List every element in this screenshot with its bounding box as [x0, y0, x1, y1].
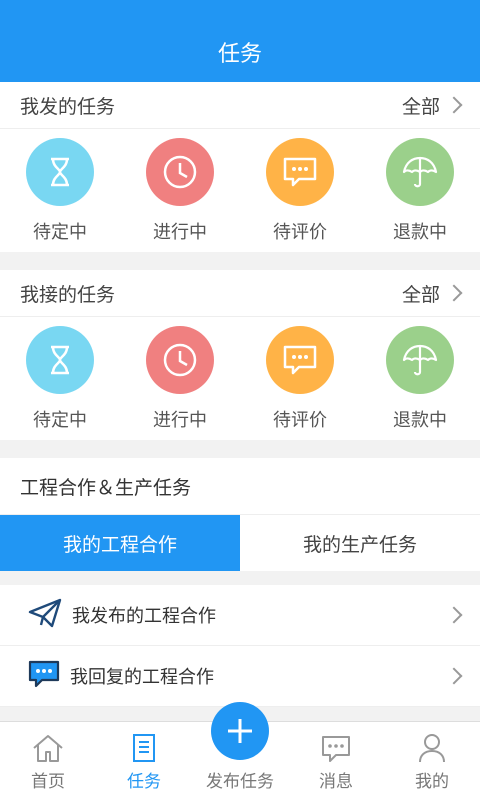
list-item-published-cooperation[interactable]: 我发布的工程合作 — [0, 585, 480, 646]
nav-label: 发布任务 — [206, 772, 274, 792]
list-item-replied-cooperation[interactable]: 我回复的工程合作 — [0, 646, 480, 707]
divider — [0, 440, 480, 458]
nav-home[interactable]: 首页 — [0, 722, 96, 800]
paper-plane-icon — [28, 598, 62, 633]
chevron-right-icon — [445, 667, 463, 685]
view-all-label: 全部 — [401, 95, 440, 118]
section-title: 我接的任务 — [20, 283, 116, 306]
received-pending[interactable]: 待定中 — [0, 325, 120, 432]
nav-label: 我的 — [415, 772, 449, 792]
hourglass-icon — [26, 325, 94, 394]
view-all-received-link[interactable]: 全部 — [401, 280, 463, 307]
item-label: 待定中 — [33, 409, 87, 431]
list-item-label: 我发布的工程合作 — [72, 606, 216, 627]
plus-icon — [228, 719, 252, 743]
item-label: 待评价 — [273, 221, 327, 243]
clock-icon — [146, 325, 214, 394]
divider — [0, 252, 480, 270]
my-published-header: 我发的任务 全部 — [0, 82, 480, 129]
nav-messages[interactable]: 消息 — [288, 722, 384, 800]
item-label: 退款中 — [393, 409, 447, 431]
hourglass-icon — [26, 137, 94, 206]
received-in-progress[interactable]: 进行中 — [120, 325, 240, 432]
message-icon — [322, 736, 350, 762]
chat-bubble-icon — [28, 659, 60, 694]
received-refunding[interactable]: 退款中 — [360, 325, 480, 432]
divider — [0, 571, 480, 585]
view-all-label: 全部 — [401, 283, 440, 306]
item-label: 退款中 — [393, 221, 447, 243]
cooperation-tabs: 我的工程合作 我的生产任务 — [0, 515, 480, 571]
home-icon — [33, 735, 63, 762]
item-label: 进行中 — [153, 221, 207, 243]
item-label: 进行中 — [153, 409, 207, 431]
umbrella-icon — [386, 137, 454, 206]
my-published-section: 我发的任务 全部 待定中 进行中 待评价 退款中 — [0, 82, 480, 252]
comment-icon — [266, 137, 334, 206]
nav-label: 任务 — [127, 772, 161, 792]
view-all-published-link[interactable]: 全部 — [401, 92, 463, 119]
received-pending-review[interactable]: 待评价 — [240, 325, 360, 432]
list-item-label: 我回复的工程合作 — [70, 667, 214, 688]
cooperation-title: 工程合作＆生产任务 — [0, 458, 480, 515]
nav-label: 首页 — [31, 772, 65, 792]
published-refunding[interactable]: 退款中 — [360, 137, 480, 244]
publish-task-fab[interactable] — [211, 702, 269, 760]
item-label: 待评价 — [273, 409, 327, 431]
published-pending-review[interactable]: 待评价 — [240, 137, 360, 244]
my-received-header: 我接的任务 全部 — [0, 270, 480, 317]
nav-tasks[interactable]: 任务 — [96, 722, 192, 800]
clock-icon — [146, 137, 214, 206]
section-title: 我发的任务 — [20, 95, 116, 118]
tab-my-engineering-cooperation[interactable]: 我的工程合作 — [0, 515, 240, 571]
published-pending[interactable]: 待定中 — [0, 137, 120, 244]
published-in-progress[interactable]: 进行中 — [120, 137, 240, 244]
page-title: 任务 — [217, 42, 262, 67]
item-label: 待定中 — [33, 221, 87, 243]
section-title: 工程合作＆生产任务 — [20, 476, 192, 499]
nav-me[interactable]: 我的 — [384, 722, 480, 800]
my-received-section: 我接的任务 全部 待定中 进行中 待评价 退款中 — [0, 270, 480, 440]
task-icon — [133, 734, 155, 762]
tab-my-production-tasks[interactable]: 我的生产任务 — [240, 515, 480, 571]
chevron-right-icon — [445, 606, 463, 624]
comment-icon — [266, 325, 334, 394]
user-icon — [419, 734, 445, 763]
umbrella-icon — [386, 325, 454, 394]
chevron-right-icon — [445, 284, 463, 302]
app-header: 任务 — [0, 0, 480, 82]
nav-label: 消息 — [319, 772, 353, 792]
chevron-right-icon — [445, 96, 463, 114]
